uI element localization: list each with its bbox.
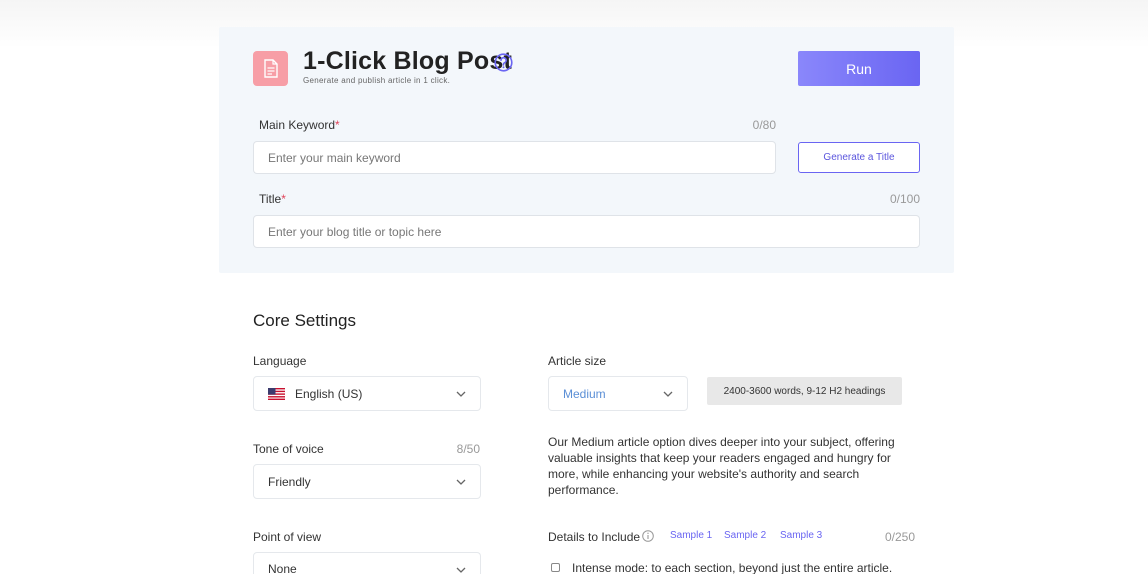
page-title: 1-Click Blog Post: [303, 47, 512, 75]
intense-mode-checkbox[interactable]: [551, 563, 560, 572]
document-icon: [253, 51, 288, 86]
required-mark: *: [281, 192, 286, 206]
point-of-view-value: None: [268, 562, 297, 574]
chevron-down-icon: [456, 479, 466, 485]
chevron-down-icon: [456, 567, 466, 573]
title-label: Title*: [259, 192, 286, 206]
sample-1-link[interactable]: Sample 1: [670, 530, 712, 541]
article-size-badge: 2400-3600 words, 9-12 H2 headings: [707, 377, 902, 405]
run-button[interactable]: Run: [798, 51, 920, 86]
tone-select[interactable]: Friendly: [253, 464, 481, 499]
point-of-view-select[interactable]: None: [253, 552, 481, 574]
language-value: English (US): [295, 386, 363, 401]
required-mark: *: [335, 118, 340, 132]
sample-3-link[interactable]: Sample 3: [780, 530, 822, 541]
sample-2-link[interactable]: Sample 2: [724, 530, 766, 541]
article-size-value: Medium: [563, 386, 606, 401]
title-counter: 0/100: [889, 192, 920, 206]
title-input[interactable]: [253, 215, 920, 248]
chevron-down-icon: [456, 391, 466, 397]
article-size-select[interactable]: Medium: [548, 376, 688, 411]
details-counter: 0/250: [884, 530, 915, 544]
language-label: Language: [253, 354, 307, 368]
tone-value: Friendly: [268, 474, 311, 489]
main-keyword-input[interactable]: [253, 141, 776, 174]
article-size-description: Our Medium article option dives deeper i…: [548, 435, 895, 497]
help-icon[interactable]: [494, 53, 513, 72]
chevron-down-icon: [663, 391, 673, 397]
us-flag-icon: [268, 387, 285, 400]
info-icon[interactable]: [642, 530, 654, 542]
main-keyword-label: Main Keyword*: [259, 118, 340, 132]
intense-mode-label: Intense mode: to each section, beyond ju…: [572, 561, 893, 574]
main-keyword-counter: 0/80: [752, 118, 776, 132]
tone-counter: 8/50: [456, 442, 480, 456]
page-subtitle: Generate and publish article in 1 click.: [303, 76, 451, 85]
core-settings-heading: Core Settings: [253, 311, 356, 330]
generate-title-button[interactable]: Generate a Title: [798, 142, 920, 173]
details-label: Details to Include: [548, 530, 641, 544]
title-label-text: Title: [259, 192, 282, 206]
main-keyword-label-text: Main Keyword: [259, 118, 336, 132]
point-of-view-label: Point of view: [253, 530, 322, 544]
tone-label: Tone of voice: [253, 442, 324, 456]
language-select[interactable]: English (US): [253, 376, 481, 411]
article-size-label: Article size: [548, 354, 607, 368]
